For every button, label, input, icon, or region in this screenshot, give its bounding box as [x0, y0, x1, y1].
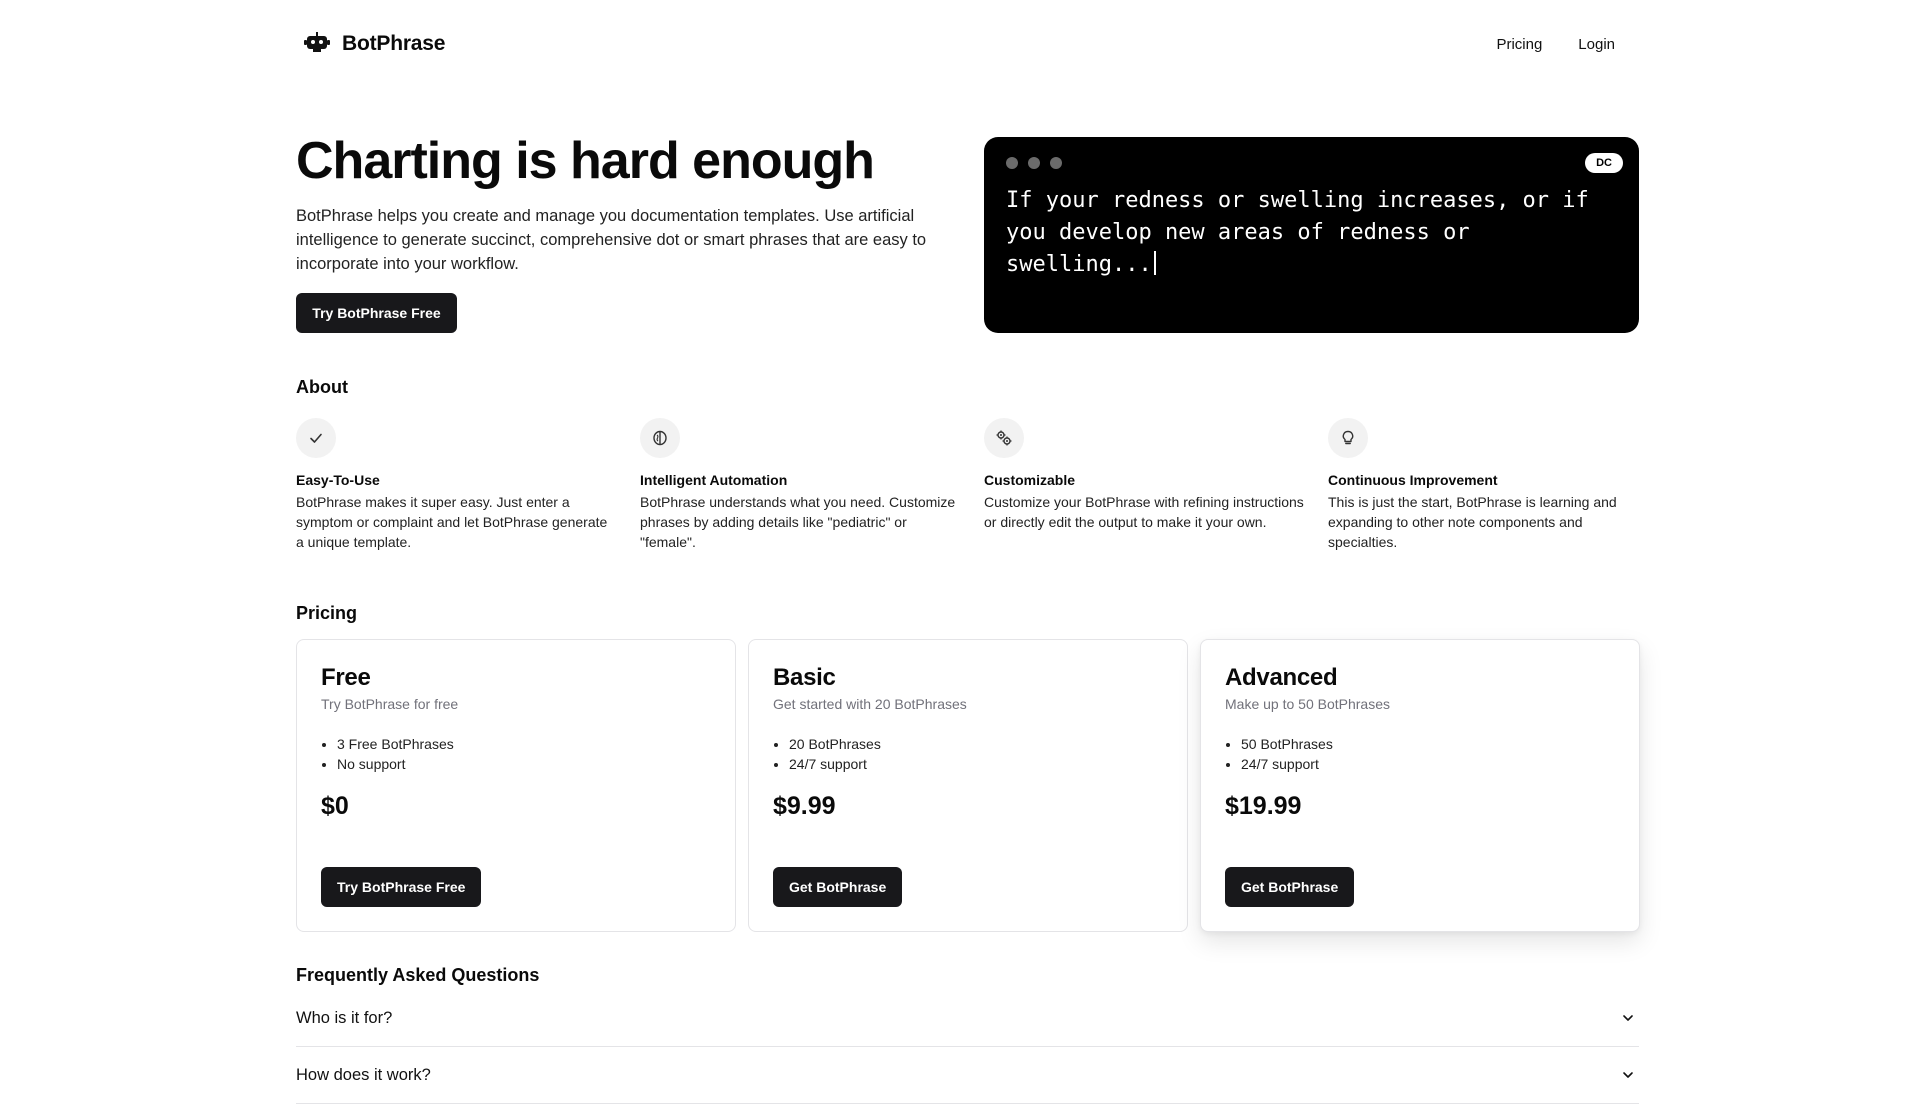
plan-feature: 24/7 support	[1241, 754, 1615, 774]
plan-name: Basic	[773, 664, 836, 691]
nav-pricing-link[interactable]: Pricing	[1496, 36, 1542, 53]
plan-price: $0	[321, 792, 349, 820]
plan-name: Advanced	[1225, 664, 1338, 691]
chevron-down-icon	[1623, 1072, 1633, 1078]
brand-name: BotPhrase	[342, 32, 446, 55]
faq-question: Who is it for?	[296, 1008, 393, 1027]
get-advanced-button[interactable]: Get BotPhrase	[1225, 867, 1355, 907]
hero-title: Charting is hard enough	[296, 132, 875, 190]
lightbulb-icon	[1328, 418, 1368, 458]
feature-intelligent-automation: Intelligent Automation BotPhrase underst…	[640, 418, 960, 552]
feature-description: BotPhrase makes it super easy. Just ente…	[296, 494, 608, 550]
feature-description: Customize your BotPhrase with refining i…	[984, 494, 1304, 530]
pricing-card-advanced: Advanced Make up to 50 BotPhrases 50 Bot…	[1200, 639, 1640, 932]
feature-easy-to-use: Easy-To-Use BotPhrase makes it super eas…	[296, 418, 616, 552]
terminal-text: If your redness or swelling increases, o…	[1006, 188, 1589, 277]
nav-login-link[interactable]: Login	[1578, 36, 1615, 53]
feature-description: BotPhrase understands what you need. Cus…	[640, 494, 956, 550]
pricing-card-basic: Basic Get started with 20 BotPhrases 20 …	[748, 639, 1188, 932]
plan-name: Free	[321, 664, 371, 691]
chevron-down-icon	[1623, 1015, 1633, 1021]
feature-continuous-improvement: Continuous Improvement This is just the …	[1328, 418, 1648, 552]
plan-feature: 50 BotPhrases	[1241, 734, 1615, 754]
faq-item-who[interactable]: Who is it for?	[296, 990, 1639, 1047]
window-dots	[1006, 157, 1062, 169]
plan-feature: 3 Free BotPhrases	[337, 734, 711, 754]
check-icon	[296, 418, 336, 458]
plan-feature: 24/7 support	[789, 754, 1163, 774]
plan-features: 50 BotPhrases 24/7 support	[1241, 734, 1615, 774]
window-dot	[1050, 157, 1062, 169]
plan-price: $19.99	[1225, 792, 1302, 820]
feature-title: Continuous Improvement	[1328, 472, 1498, 488]
plan-subtitle: Try BotPhrase for free	[321, 696, 459, 712]
try-free-button[interactable]: Try BotPhrase Free	[321, 867, 482, 907]
feature-description: This is just the start, BotPhrase is lea…	[1328, 494, 1617, 550]
cogs-icon	[984, 418, 1024, 458]
window-dot	[1028, 157, 1040, 169]
brand-logo[interactable]: BotPhrase	[304, 31, 445, 57]
pricing-card-free: Free Try BotPhrase for free 3 Free BotPh…	[296, 639, 736, 932]
plan-feature: No support	[337, 754, 711, 774]
feature-title: Customizable	[984, 472, 1076, 488]
about-heading: About	[296, 377, 348, 397]
dc-badge: DC	[1585, 153, 1623, 173]
terminal-text-wrapper: If your redness or swelling increases, o…	[1006, 185, 1616, 281]
feature-title: Easy-To-Use	[296, 472, 380, 488]
plan-feature: 20 BotPhrases	[789, 734, 1163, 754]
get-basic-button[interactable]: Get BotPhrase	[773, 867, 903, 907]
plan-price: $9.99	[773, 792, 836, 820]
plan-subtitle: Get started with 20 BotPhrases	[773, 696, 967, 712]
faq-heading: Frequently Asked Questions	[296, 965, 540, 985]
plan-subtitle: Make up to 50 BotPhrases	[1225, 696, 1390, 712]
feature-customizable: Customizable Customize your BotPhrase wi…	[984, 418, 1304, 532]
faq-item-how[interactable]: How does it work?	[296, 1047, 1639, 1104]
terminal-preview: DC If your redness or swelling increases…	[984, 137, 1639, 333]
text-cursor	[1153, 251, 1156, 275]
plan-features: 20 BotPhrases 24/7 support	[789, 734, 1163, 774]
robot-icon	[304, 32, 330, 52]
feature-title: Intelligent Automation	[640, 472, 788, 488]
plan-features: 3 Free BotPhrases No support	[337, 734, 711, 774]
faq-question: How does it work?	[296, 1065, 431, 1084]
pricing-heading: Pricing	[296, 603, 358, 623]
window-dot	[1006, 157, 1018, 169]
site-header: BotPhrase Pricing Login	[296, 0, 1639, 88]
brain-icon	[640, 418, 680, 458]
hero-try-free-button[interactable]: Try BotPhrase Free	[296, 293, 457, 333]
top-nav: Pricing Login	[1496, 36, 1615, 53]
hero-description: BotPhrase helps you create and manage yo…	[296, 207, 927, 273]
